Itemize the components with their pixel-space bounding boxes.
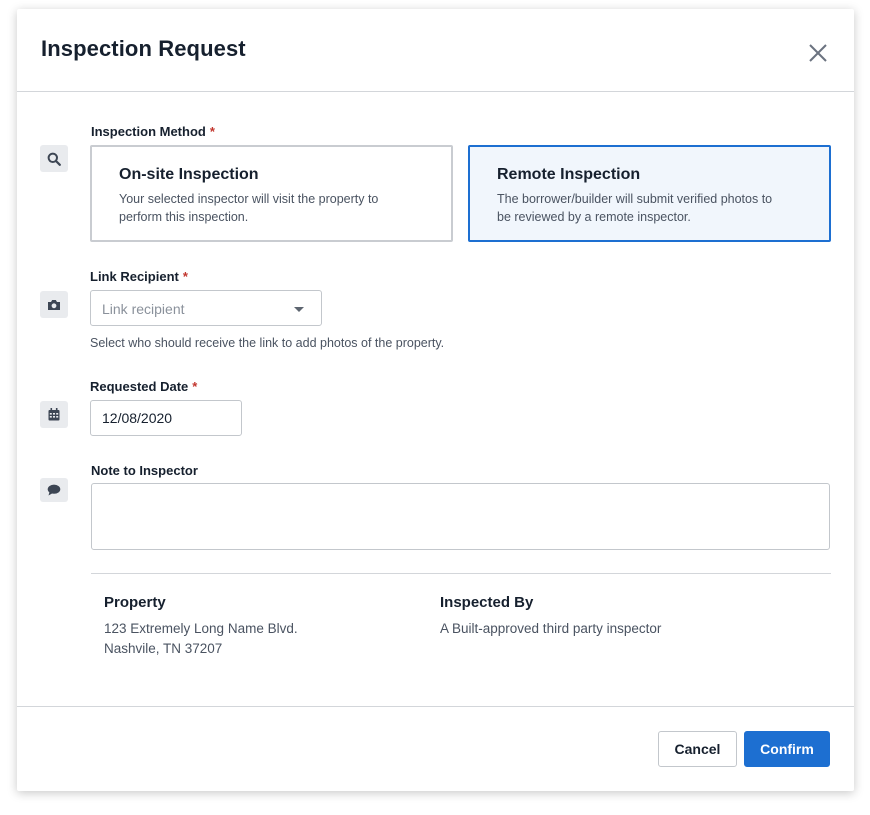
option-description: The borrower/builder will submit verifie…: [497, 192, 773, 224]
option-title: On-site Inspection: [119, 166, 259, 183]
close-button[interactable]: [807, 42, 829, 64]
note-icon-box: [40, 478, 68, 502]
footer-divider: [17, 706, 854, 707]
camera-icon: [48, 299, 60, 310]
header-divider: [17, 91, 854, 92]
confirm-button[interactable]: Confirm: [744, 731, 830, 767]
note-textarea[interactable]: [91, 483, 830, 550]
recipient-icon-box: [40, 291, 68, 318]
link-recipient-label: Link Recipient *: [90, 269, 188, 284]
cancel-button[interactable]: Cancel: [658, 731, 737, 767]
section-divider: [91, 573, 831, 574]
calendar-icon: [48, 408, 60, 421]
dialog-title: Inspection Request: [41, 36, 246, 61]
option-remote-inspection[interactable]: Remote Inspection The borrower/builder w…: [468, 145, 831, 242]
date-icon-box: [40, 401, 68, 428]
requested-date-input[interactable]: [90, 400, 242, 436]
link-recipient-select[interactable]: Link recipient: [90, 290, 322, 326]
required-mark: *: [182, 269, 188, 284]
method-icon-box: [40, 145, 68, 172]
inspection-request-dialog: Inspection Request Inspection Method * On…: [17, 9, 854, 791]
close-icon[interactable]: [807, 42, 829, 64]
inspection-method-label: Inspection Method *: [91, 124, 215, 139]
option-title: Remote Inspection: [497, 166, 641, 183]
search-icon: [47, 152, 61, 166]
property-address-line1: 123 Extremely Long Name Blvd.: [104, 621, 298, 636]
option-description: Your selected inspector will visit the p…: [119, 192, 379, 224]
inspected-by-text: A Built-approved third party inspector: [440, 621, 662, 636]
link-recipient-placeholder: Link recipient: [102, 301, 185, 317]
option-onsite-inspection[interactable]: On-site Inspection Your selected inspect…: [90, 145, 453, 242]
note-label: Note to Inspector: [91, 463, 198, 478]
inspected-by-heading: Inspected By: [440, 594, 534, 611]
required-mark: *: [209, 124, 215, 139]
link-recipient-help: Select who should receive the link to ad…: [90, 336, 445, 350]
comment-icon: [47, 484, 61, 496]
property-heading: Property: [104, 594, 166, 611]
chevron-down-icon: [294, 307, 304, 312]
requested-date-label: Requested Date *: [90, 379, 198, 394]
property-address-line2: Nashvile, TN 37207: [104, 641, 223, 656]
required-mark: *: [192, 379, 198, 394]
